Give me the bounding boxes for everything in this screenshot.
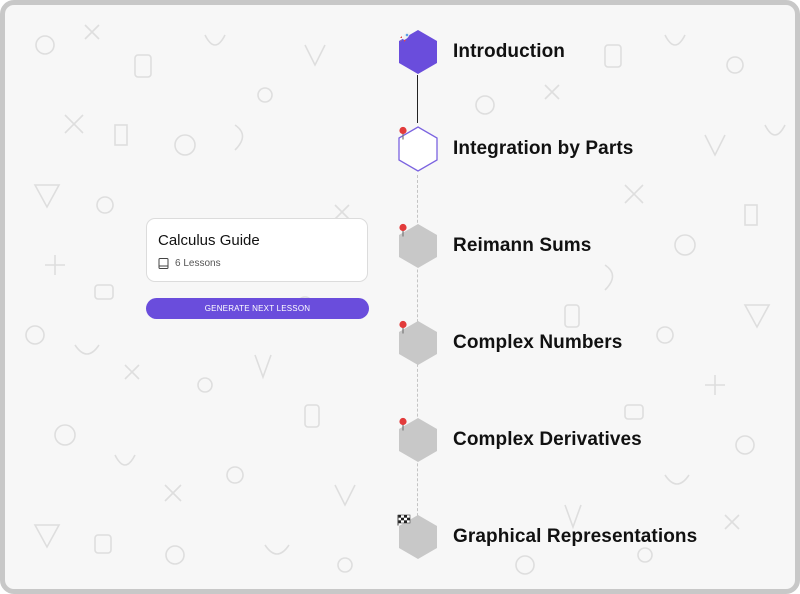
step-label: Graphical Representations [453,526,698,547]
timeline-step-complex-numbers[interactable]: Complex Numbers [397,320,622,366]
step-label: Complex Derivatives [453,429,642,450]
timeline-connector-completed [417,75,418,123]
book-icon [158,258,169,269]
course-title: Calculus Guide [158,232,260,249]
step-label: Introduction [453,41,566,62]
course-card[interactable]: Calculus Guide 6 Lessons [146,218,368,282]
step-badge [397,514,439,560]
timeline-step-reimann-sums[interactable]: Reimann Sums [397,223,591,269]
course-meta: 6 Lessons [158,258,356,269]
step-badge [397,29,439,75]
step-label: Reimann Sums [453,235,592,256]
timeline-step-introduction[interactable]: Introduction [397,29,565,75]
step-label: Integration by Parts [453,138,634,159]
step-badge [397,223,439,269]
background-doodle-pattern [25,24,786,575]
step-label: Complex Numbers [453,332,623,353]
step-badge [397,417,439,463]
timeline-step-graphical-representations[interactable]: Graphical Representations [397,514,697,560]
generate-next-lesson-button[interactable]: GENERATE NEXT LESSON [146,298,369,319]
timeline-step-complex-derivatives[interactable]: Complex Derivatives [397,417,642,463]
app-frame: Calculus Guide 6 Lessons GENERATE NEXT L… [0,0,800,594]
lessons-count: 6 Lessons [175,258,221,269]
step-badge [397,126,439,172]
timeline-step-integration-by-parts[interactable]: Integration by Parts [397,126,633,172]
step-badge [397,320,439,366]
